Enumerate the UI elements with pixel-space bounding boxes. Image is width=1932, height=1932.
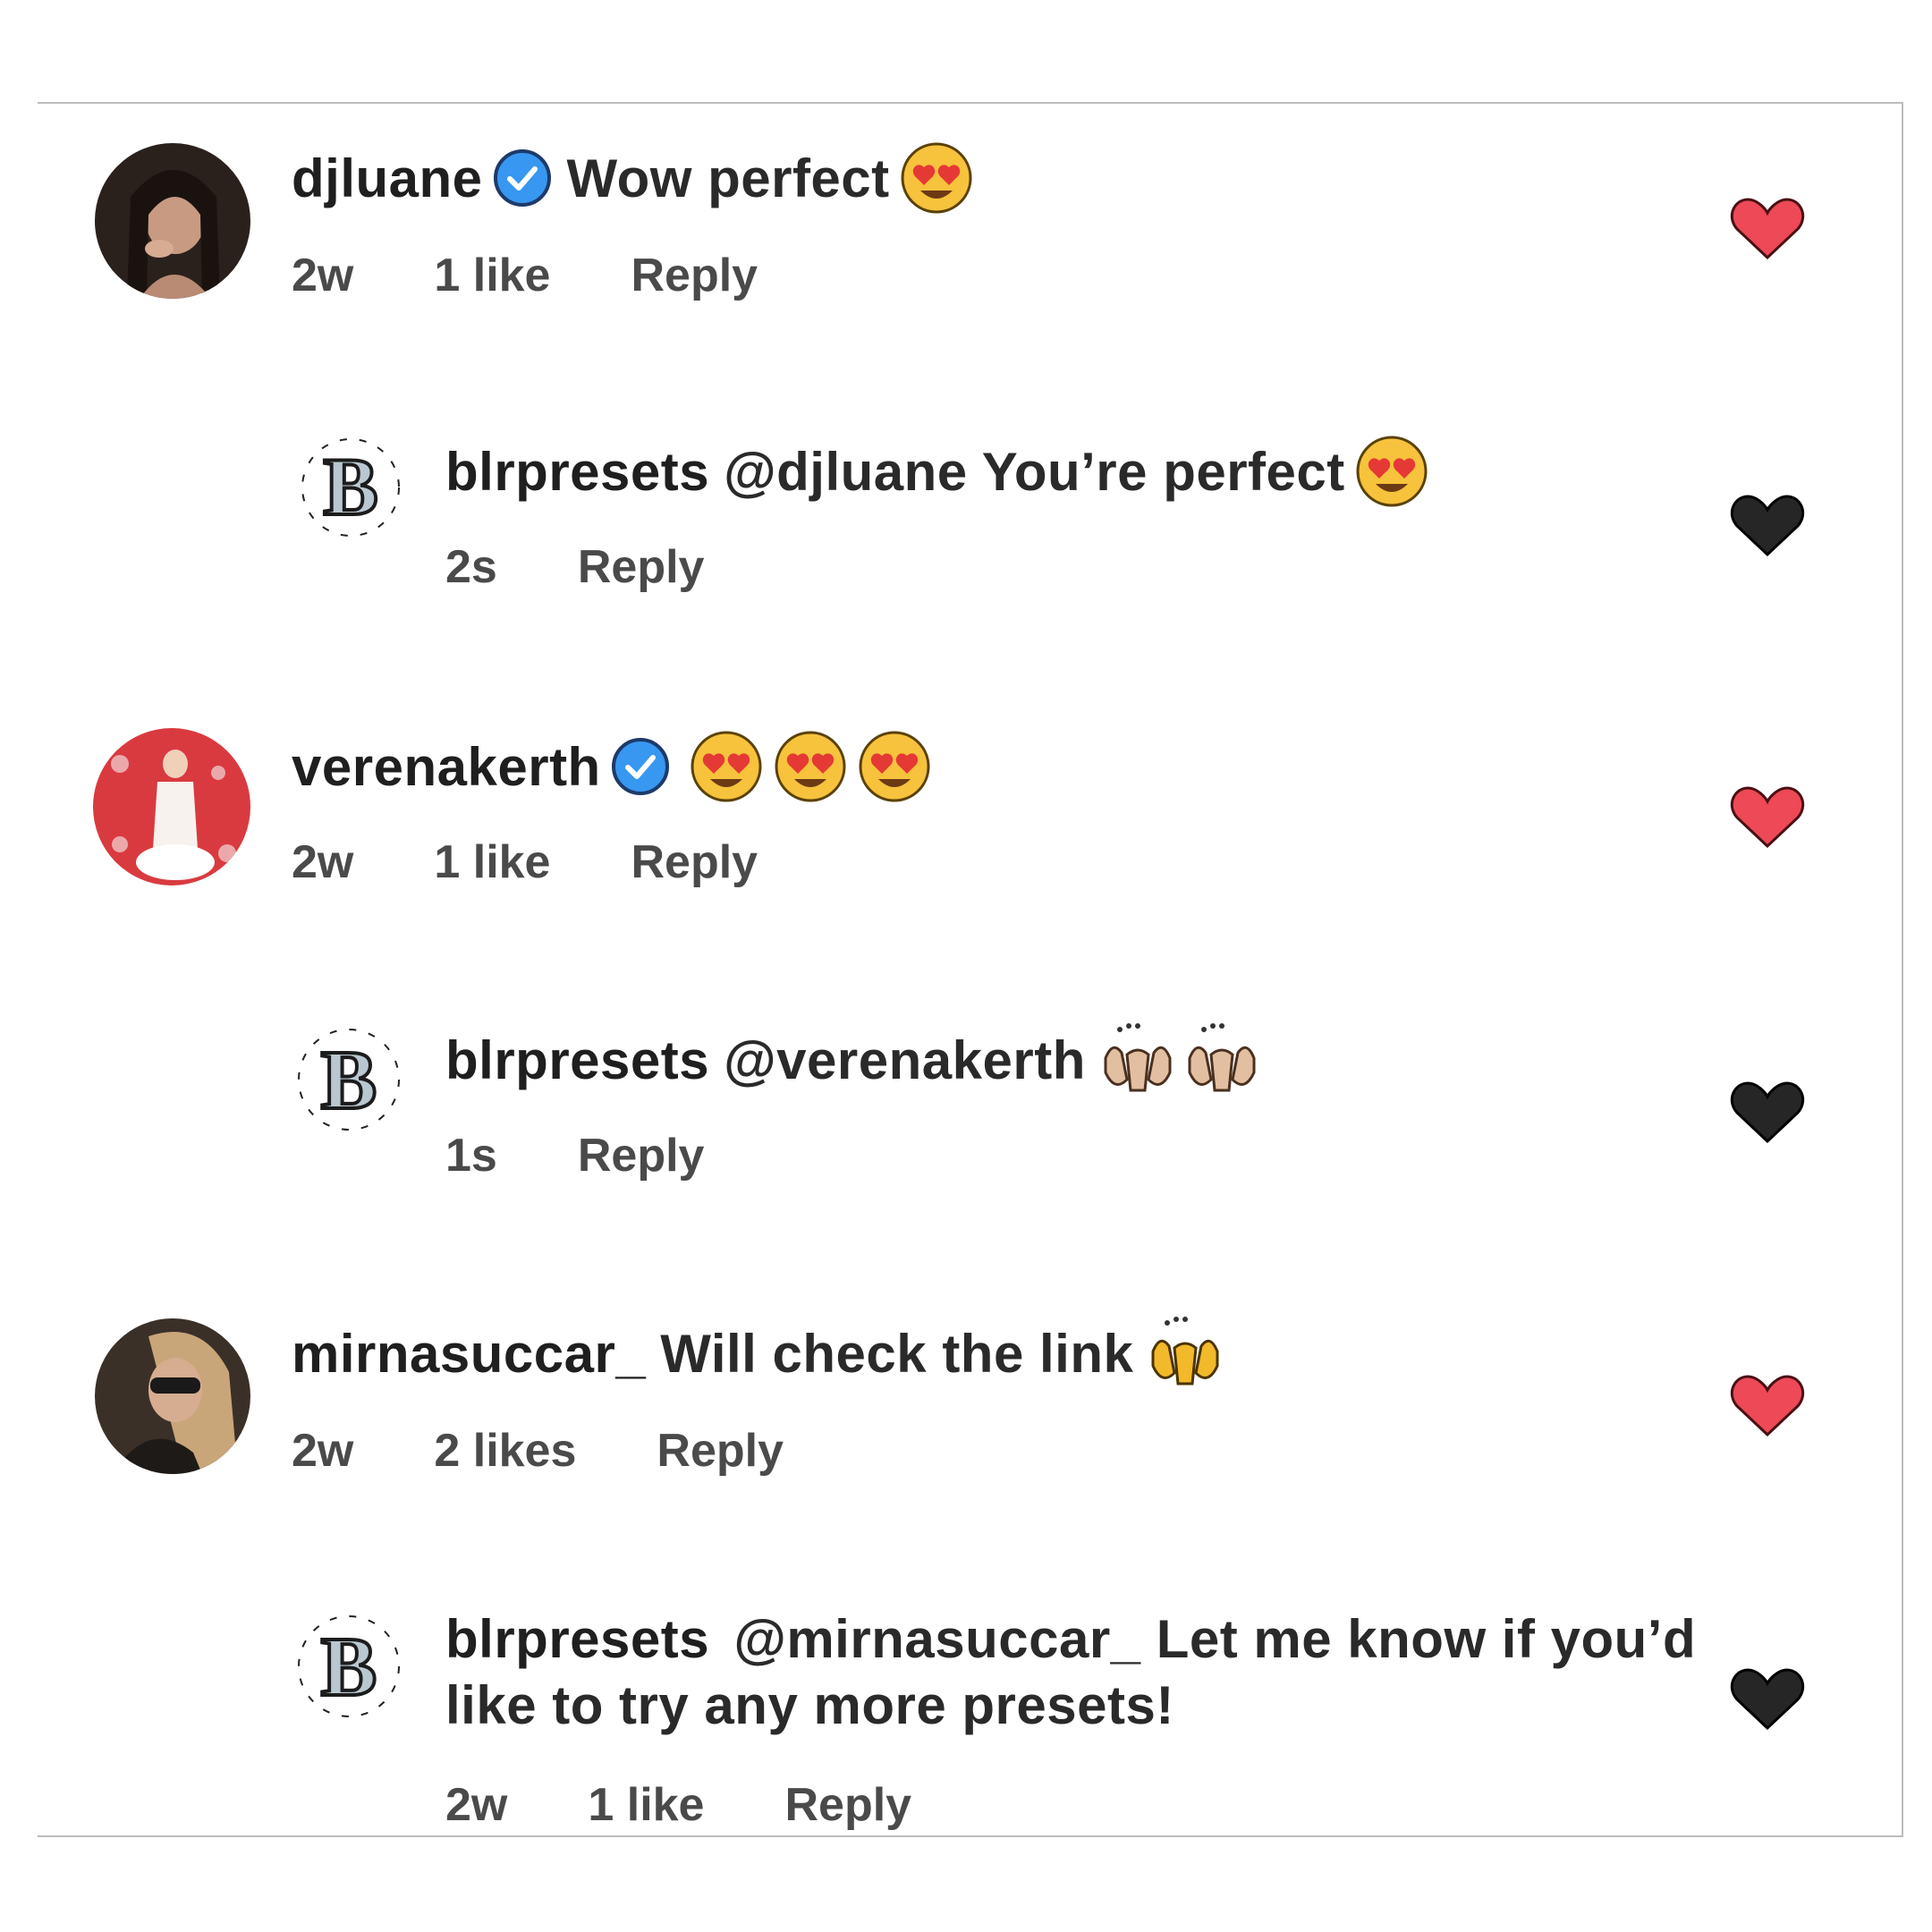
comment-line: blrpresets @mirnasuccar_ Let me know if … bbox=[445, 1606, 1716, 1739]
reply-button[interactable]: Reply bbox=[657, 1424, 784, 1478]
heart-outline-icon[interactable] bbox=[1730, 1665, 1805, 1732]
comments-panel bbox=[38, 102, 1903, 1837]
heart-eyes-emoji-icon bbox=[899, 140, 974, 216]
comment-meta: 2w 2 likes Reply bbox=[292, 1424, 784, 1478]
avatar-mirnasuccar[interactable] bbox=[95, 1318, 250, 1474]
avatar-djluane[interactable] bbox=[95, 143, 250, 299]
username[interactable]: djluane bbox=[292, 148, 483, 209]
timestamp: 2w bbox=[292, 836, 354, 888]
comment-line: blrpresets @djluane You’re perfect bbox=[445, 431, 1429, 512]
reply-button[interactable]: Reply bbox=[631, 249, 758, 302]
heart-outline-icon[interactable] bbox=[1730, 492, 1805, 558]
comment-text: @djluane You’re perfect bbox=[724, 441, 1345, 502]
username[interactable]: blrpresets bbox=[445, 1609, 709, 1669]
heart-eyes-emoji-icon bbox=[857, 729, 932, 804]
like-count[interactable]: 1 like bbox=[434, 835, 550, 889]
comment-meta: 1s Reply bbox=[445, 1129, 704, 1182]
avatar-verenakerth[interactable] bbox=[93, 728, 250, 886]
comment-line: blrpresets @verenakerth bbox=[445, 1020, 1259, 1100]
comment-text: @verenakerth bbox=[724, 1030, 1086, 1090]
comment-line: verenakerth bbox=[292, 726, 932, 807]
svg-text:B: B bbox=[323, 441, 377, 532]
timestamp: 1s bbox=[445, 1130, 497, 1182]
like-count[interactable]: 1 like bbox=[434, 249, 550, 302]
heart-icon[interactable] bbox=[1730, 784, 1805, 850]
reply-button[interactable]: Reply bbox=[578, 540, 705, 594]
svg-text:B: B bbox=[321, 1621, 377, 1714]
raising-hands-emoji-icon bbox=[1184, 1022, 1259, 1097]
like-count[interactable]: 2 likes bbox=[434, 1424, 576, 1478]
username[interactable]: mirnasuccar_ bbox=[292, 1323, 646, 1385]
heart-icon[interactable] bbox=[1730, 1372, 1805, 1438]
like-count[interactable]: 1 like bbox=[588, 1778, 704, 1832]
username[interactable]: blrpresets bbox=[445, 1030, 709, 1091]
username[interactable]: blrpresets bbox=[445, 441, 709, 503]
comment-meta: 2w 1 like Reply bbox=[292, 835, 758, 889]
verified-badge-icon bbox=[610, 736, 671, 797]
avatar-blrpresets[interactable]: B bbox=[293, 1021, 404, 1138]
raising-hands-emoji-icon bbox=[1148, 1316, 1223, 1391]
svg-text:B: B bbox=[321, 1034, 377, 1127]
raising-hands-emoji-icon bbox=[1100, 1022, 1175, 1097]
username[interactable]: verenakerth bbox=[292, 736, 601, 798]
comment-meta: 2w 1 like Reply bbox=[445, 1778, 911, 1832]
verified-badge-icon bbox=[492, 148, 553, 208]
timestamp: 2w bbox=[445, 1779, 508, 1831]
timestamp: 2w bbox=[292, 250, 354, 301]
reply-button[interactable]: Reply bbox=[578, 1129, 705, 1182]
avatar-blrpresets[interactable]: B bbox=[293, 1608, 404, 1724]
timestamp: 2w bbox=[292, 1425, 354, 1477]
heart-eyes-emoji-icon bbox=[689, 729, 764, 804]
comment-line: mirnasuccar_ Will check the link bbox=[292, 1313, 1223, 1394]
heart-icon[interactable] bbox=[1730, 195, 1805, 261]
heart-eyes-emoji-icon bbox=[773, 729, 848, 804]
comment-meta: 2w 1 like Reply bbox=[292, 249, 758, 302]
timestamp: 2s bbox=[445, 541, 497, 593]
reply-button[interactable]: Reply bbox=[784, 1778, 911, 1832]
reply-button[interactable]: Reply bbox=[631, 835, 758, 889]
comment-text: Wow perfect bbox=[566, 148, 890, 208]
comment-meta: 2s Reply bbox=[445, 540, 704, 594]
heart-outline-icon[interactable] bbox=[1730, 1079, 1805, 1145]
comment-text: Will check the link bbox=[660, 1323, 1134, 1384]
comment-line: djluane Wow perfect bbox=[292, 138, 974, 218]
avatar-blrpresets[interactable]: B bbox=[297, 429, 404, 546]
heart-eyes-emoji-icon bbox=[1354, 434, 1429, 509]
